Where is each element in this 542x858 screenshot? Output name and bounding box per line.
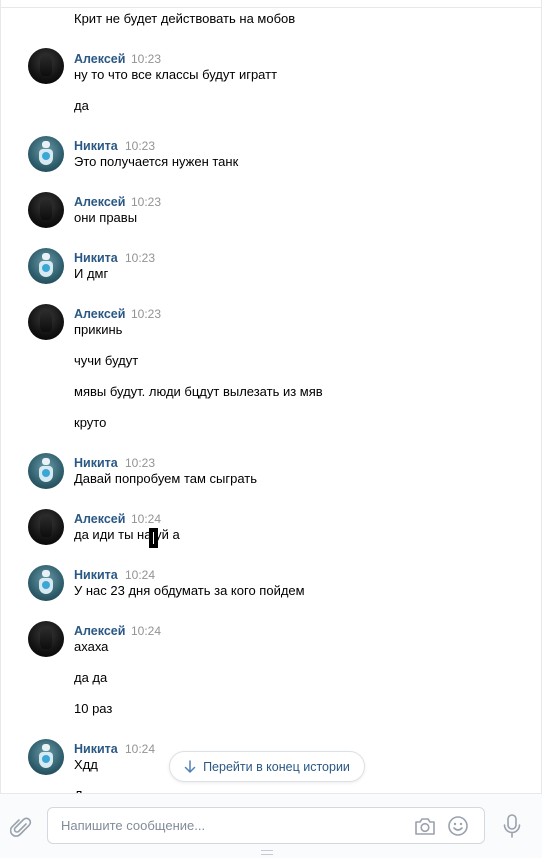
resize-handle[interactable] — [261, 850, 273, 855]
message-time[interactable]: 10:23 — [131, 306, 161, 322]
text-cursor — [149, 528, 158, 548]
message-time[interactable]: 10:23 — [125, 138, 155, 154]
message-time[interactable]: 10:24 — [131, 511, 161, 527]
message-text: прикинь — [74, 322, 123, 337]
robot-icon — [39, 744, 53, 770]
smile-icon[interactable] — [447, 815, 469, 837]
message-text: Давай попробуем там сыграть — [74, 471, 258, 486]
microphone-icon[interactable] — [502, 813, 522, 839]
message-time[interactable]: 10:23 — [125, 455, 155, 471]
avatar[interactable] — [28, 509, 64, 545]
message-text: 10 раз — [74, 701, 113, 716]
author-name[interactable]: Никита — [74, 138, 118, 154]
avatar[interactable] — [28, 565, 64, 601]
message-composer: Напишите сообщение... — [0, 793, 542, 858]
message-text: мявы будут. люди бцдут вылезать из мяв — [74, 384, 323, 399]
message-text: да — [74, 98, 89, 113]
message-text: да да — [74, 670, 108, 685]
message-time[interactable]: 10:24 — [125, 741, 155, 757]
robot-icon — [39, 141, 53, 167]
message-history[interactable]: Крит не будет действовать на мобов Алекс… — [0, 0, 542, 793]
author-name[interactable]: Никита — [74, 250, 118, 266]
paperclip-icon[interactable] — [10, 815, 32, 839]
message-time[interactable]: 10:23 — [125, 250, 155, 266]
message-time[interactable]: 10:24 — [125, 567, 155, 583]
author-name[interactable]: Никита — [74, 741, 118, 757]
camera-icon[interactable] — [413, 815, 437, 837]
message-text: они правы — [74, 210, 138, 225]
message-input[interactable]: Напишите сообщение... — [47, 807, 485, 844]
message-time[interactable]: 10:24 — [131, 623, 161, 639]
author-name[interactable]: Никита — [74, 567, 118, 583]
author-name[interactable]: Алексей — [74, 306, 125, 322]
author-name[interactable]: Алексей — [74, 511, 125, 527]
message-time[interactable]: 10:23 — [131, 51, 161, 67]
message-text: круто — [74, 415, 107, 430]
jump-to-end-label: Перейти в конец истории — [203, 759, 350, 774]
avatar[interactable] — [28, 192, 64, 228]
avatar[interactable] — [28, 48, 64, 84]
author-name[interactable]: Алексей — [74, 51, 125, 67]
message-input-placeholder: Напишите сообщение... — [61, 818, 206, 833]
avatar[interactable] — [28, 453, 64, 489]
message-text: чучи будут — [74, 353, 139, 368]
robot-icon — [39, 458, 53, 484]
message-text: Это получается нужен танк — [74, 154, 239, 169]
author-name[interactable]: Никита — [74, 455, 118, 471]
avatar[interactable] — [28, 739, 64, 775]
message-text: Хдд — [74, 757, 98, 772]
message-text: ахаха — [74, 639, 109, 654]
jump-to-end-button[interactable]: Перейти в конец истории — [169, 751, 365, 782]
avatar[interactable] — [28, 621, 64, 657]
robot-icon — [39, 570, 53, 596]
robot-icon — [39, 253, 53, 279]
top-divider — [1, 7, 541, 8]
avatar[interactable] — [28, 248, 64, 284]
message-text: ну то что все классы будут игратт — [74, 67, 278, 82]
message-text: Крит не будет действовать на мобов — [74, 11, 296, 26]
avatar[interactable] — [28, 304, 64, 340]
message-text: И дмг — [74, 266, 109, 281]
author-name[interactable]: Алексей — [74, 194, 125, 210]
author-name[interactable]: Алексей — [74, 623, 125, 639]
message-text: да иди ты на уй а — [74, 527, 180, 542]
avatar[interactable] — [28, 136, 64, 172]
message-text: У нас 23 дня обдумать за кого пойдем — [74, 583, 305, 598]
arrow-down-icon — [184, 759, 196, 773]
message-time[interactable]: 10:23 — [131, 194, 161, 210]
